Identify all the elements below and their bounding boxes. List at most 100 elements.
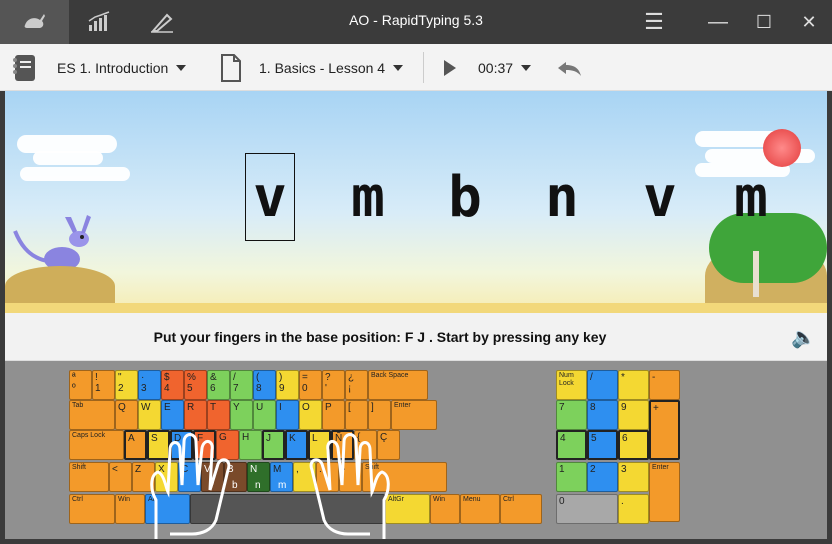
key-label: Z bbox=[135, 464, 142, 475]
lesson-dropdown[interactable]: 1. Basics - Lesson 4 bbox=[259, 44, 404, 91]
key-label: , bbox=[296, 464, 299, 475]
key-10-row3[interactable]: . bbox=[316, 462, 339, 492]
numpad-key-1[interactable]: * bbox=[618, 370, 649, 400]
numpad-key-11[interactable]: 2 bbox=[587, 462, 618, 492]
numpad-key-3[interactable]: 7 bbox=[556, 400, 587, 430]
key-4-row4[interactable]: AltGr bbox=[385, 494, 430, 524]
key-label: = bbox=[302, 372, 308, 383]
key-label: ? bbox=[325, 372, 331, 383]
key-10-row1[interactable]: P bbox=[322, 400, 345, 430]
numpad-key-12[interactable]: 3 bbox=[618, 462, 649, 492]
key-4-row2[interactable]: F bbox=[193, 430, 216, 460]
key-label: Enter bbox=[394, 402, 411, 409]
key-row0-0[interactable]: ªº bbox=[69, 370, 92, 400]
key-row0-6[interactable]: & 6 bbox=[207, 370, 230, 400]
numpad-key-2[interactable]: - bbox=[649, 370, 680, 400]
key-9-row2[interactable]: L bbox=[308, 430, 331, 460]
letter-3: b bbox=[448, 165, 482, 230]
key-12-row3[interactable]: Shift bbox=[362, 462, 447, 492]
rabbit-icon[interactable] bbox=[0, 0, 69, 44]
speaker-icon[interactable]: 🔈 bbox=[791, 325, 816, 350]
key-9-row3[interactable]: , bbox=[293, 462, 316, 492]
key-2-row2[interactable]: S bbox=[147, 430, 170, 460]
key-label: G bbox=[219, 432, 227, 443]
key-6-row1[interactable]: Y bbox=[230, 400, 253, 430]
editor-icon[interactable] bbox=[131, 0, 193, 44]
numpad-key-8[interactable]: 5 bbox=[587, 430, 618, 460]
key-row0-11[interactable]: ? ' bbox=[322, 370, 345, 400]
key-6-row2[interactable]: H bbox=[239, 430, 262, 460]
key-7-row2[interactable]: J bbox=[262, 430, 285, 460]
key-1-row1[interactable]: Q bbox=[115, 400, 138, 430]
key-12-row2[interactable]: Ç bbox=[377, 430, 400, 460]
key-0-row1[interactable]: Tab bbox=[69, 400, 115, 430]
key-8-row2[interactable]: K bbox=[285, 430, 308, 460]
key-7-row1[interactable]: U bbox=[253, 400, 276, 430]
key-3-row2[interactable]: D bbox=[170, 430, 193, 460]
key-9-row1[interactable]: O bbox=[299, 400, 322, 430]
numpad-key-6[interactable]: + bbox=[649, 400, 680, 460]
lesson-file-icon[interactable] bbox=[220, 44, 242, 91]
key-row0-8[interactable]: (8 bbox=[253, 370, 276, 400]
undo-icon[interactable] bbox=[556, 44, 584, 91]
key-row0-3[interactable]: · 3 bbox=[138, 370, 161, 400]
key-6-row4[interactable]: Menu bbox=[460, 494, 500, 524]
key-8-row1[interactable]: I bbox=[276, 400, 299, 430]
key-row0-13[interactable]: Back Space bbox=[368, 370, 428, 400]
numlock-key[interactable]: Num Lock bbox=[556, 370, 587, 400]
key-5-row4[interactable]: Win bbox=[430, 494, 460, 524]
key-5-row2[interactable]: G bbox=[216, 430, 239, 460]
timer-dropdown[interactable]: 00:37 bbox=[478, 44, 532, 91]
numpad-key-13[interactable]: Enter bbox=[649, 462, 680, 522]
key-3-row1[interactable]: E bbox=[161, 400, 184, 430]
key-1-row4[interactable]: Win bbox=[115, 494, 145, 524]
course-book-icon[interactable] bbox=[10, 44, 40, 91]
key-1-row2[interactable]: A bbox=[124, 430, 147, 460]
key-row0-7[interactable]: /7 bbox=[230, 370, 253, 400]
numpad-key-14[interactable]: 0 bbox=[556, 494, 618, 524]
key-1-row3[interactable]: < bbox=[109, 462, 132, 492]
close-icon[interactable]: ✕ bbox=[790, 0, 828, 44]
key-2-row4[interactable]: Alt bbox=[145, 494, 190, 524]
key-row0-10[interactable]: = 0 bbox=[299, 370, 322, 400]
numpad-key-10[interactable]: 1 bbox=[556, 462, 587, 492]
key-10-row2[interactable]: Ñ bbox=[331, 430, 354, 460]
key-row0-4[interactable]: $4 bbox=[161, 370, 184, 400]
numpad-key-5[interactable]: 9 bbox=[618, 400, 649, 430]
numpad-key-15[interactable]: . bbox=[618, 494, 649, 524]
numpad-key-4[interactable]: 8 bbox=[587, 400, 618, 430]
key-row0-1[interactable]: ! 1 bbox=[92, 370, 115, 400]
key-row0-12[interactable]: ¿ ¡ bbox=[345, 370, 368, 400]
key-7-row4[interactable]: Ctrl bbox=[500, 494, 542, 524]
key-0-row2[interactable]: Caps Lock bbox=[69, 430, 124, 460]
key-0-row4[interactable]: Ctrl bbox=[69, 494, 115, 524]
stats-icon[interactable] bbox=[69, 0, 131, 44]
key-11-row3[interactable]: - bbox=[339, 462, 362, 492]
numpad-key-0[interactable]: / bbox=[587, 370, 618, 400]
menu-icon[interactable]: ☰ bbox=[630, 0, 678, 44]
key-row0-2[interactable]: " 2 bbox=[115, 370, 138, 400]
spacebar[interactable] bbox=[190, 494, 385, 524]
play-icon[interactable] bbox=[442, 44, 458, 91]
key-2-row3[interactable]: Z bbox=[132, 462, 155, 492]
key-5-row1[interactable]: T bbox=[207, 400, 230, 430]
key-2-row1[interactable]: W bbox=[138, 400, 161, 430]
numpad-key-7[interactable]: 4 bbox=[556, 430, 587, 460]
key-3-row3[interactable]: X bbox=[155, 462, 178, 492]
course-dropdown[interactable]: ES 1. Introduction bbox=[57, 44, 187, 91]
maximize-icon[interactable]: ☐ bbox=[746, 0, 782, 44]
key-label: { bbox=[357, 432, 361, 443]
key-13-row1[interactable]: Enter bbox=[391, 400, 437, 430]
key-4-row1[interactable]: R bbox=[184, 400, 207, 430]
key-12-row1[interactable]: ] bbox=[368, 400, 391, 430]
key-row0-9[interactable]: ) 9 bbox=[276, 370, 299, 400]
key-0-row3[interactable]: Shift bbox=[69, 462, 109, 492]
key-4-row3[interactable]: C bbox=[178, 462, 201, 492]
key-row0-5[interactable]: % 5 bbox=[184, 370, 207, 400]
key-sublabel: ¡ bbox=[348, 383, 352, 394]
key-11-row1[interactable]: [ bbox=[345, 400, 368, 430]
key-11-row2[interactable]: { bbox=[354, 430, 377, 460]
minimize-icon[interactable]: — bbox=[700, 0, 736, 44]
numpad-key-9[interactable]: 6 bbox=[618, 430, 649, 460]
key-label: D bbox=[174, 433, 182, 444]
